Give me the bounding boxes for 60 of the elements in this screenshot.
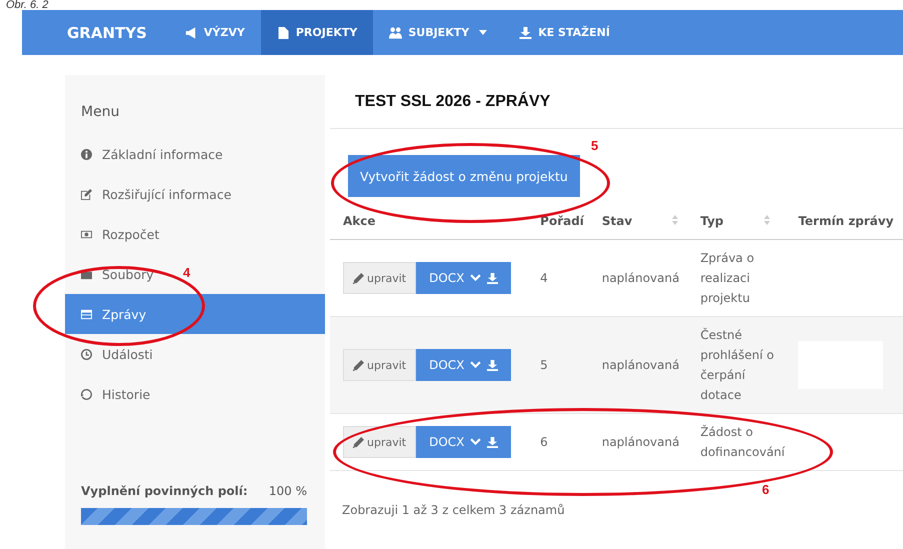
menu-item[interactable]: Rozšiřující informace xyxy=(65,174,325,214)
banknote-icon xyxy=(81,228,92,240)
table-cell: naplánovaná xyxy=(588,316,688,414)
menu-item[interactable]: Rozpočet xyxy=(65,214,325,254)
table-cell: naplánovaná xyxy=(588,414,688,470)
edit-button[interactable]: upravit xyxy=(343,426,416,458)
edit-button[interactable]: upravit xyxy=(343,262,416,294)
column-header[interactable]: Stav xyxy=(588,203,688,240)
column-header: Termín zprávy xyxy=(785,203,903,240)
menu-item[interactable]: Základní informace xyxy=(65,134,325,174)
annotation-number: 4 xyxy=(183,265,190,280)
progress-label: Vyplnění povinných polí: xyxy=(81,484,248,498)
progress-reading: 100 % xyxy=(268,484,307,498)
pencil-icon xyxy=(353,360,364,370)
pencil-icon xyxy=(353,272,364,284)
nav-tab[interactable]: VÝZVY xyxy=(168,10,261,55)
menu-item[interactable]: Události xyxy=(65,334,325,374)
nav-tab[interactable]: PROJEKTY xyxy=(260,10,374,55)
page-title: TEST SSL 2026 - ZPRÁVY xyxy=(354,90,552,112)
chevron-icon xyxy=(470,272,482,284)
people-icon xyxy=(389,26,402,38)
sort-icon xyxy=(672,215,678,225)
column-header: Pořadí xyxy=(527,203,589,240)
table-icon xyxy=(81,308,92,320)
nav-tab[interactable]: SUBJEKTY xyxy=(373,10,504,55)
sort-icon xyxy=(764,215,770,225)
pencil-icon xyxy=(353,436,364,448)
table-cell: 5 xyxy=(527,316,589,414)
info-icon xyxy=(81,148,92,160)
docx-download-button[interactable]: DOCX xyxy=(416,426,512,458)
download-icon xyxy=(487,272,498,284)
menu-heading: Menu xyxy=(80,103,120,122)
figure-caption: Obr. 6. 2 xyxy=(5,0,50,10)
chevron-icon xyxy=(470,436,482,448)
create-request-button[interactable]: Vytvořit žádost o změnu projektu xyxy=(348,155,580,197)
chevron-icon xyxy=(470,360,482,370)
megaphone-icon xyxy=(184,26,198,38)
download-icon xyxy=(487,360,498,370)
menu-item[interactable]: Zprávy xyxy=(65,294,325,334)
column-header[interactable]: Typ xyxy=(687,203,786,240)
annotation-number: 6 xyxy=(762,482,770,497)
table-cell: 6 xyxy=(527,414,589,470)
caret-icon xyxy=(479,30,488,35)
nav-tab[interactable]: KE STAŽENÍ xyxy=(503,10,626,55)
clock-icon xyxy=(81,348,92,360)
history-icon xyxy=(81,388,92,400)
document-icon xyxy=(276,26,290,38)
edit-button[interactable]: upravit xyxy=(343,349,416,381)
menu-item[interactable]: Historie xyxy=(65,374,325,414)
table-cell: Žádost o dofinancování xyxy=(687,414,786,470)
docx-download-button[interactable]: DOCX xyxy=(416,262,512,294)
annotation-number: 5 xyxy=(591,138,598,153)
edit-icon xyxy=(81,188,92,200)
download-icon xyxy=(487,436,498,448)
table-cell: Čestné prohlášení o čerpání dotace xyxy=(687,316,786,414)
column-header: Akce xyxy=(330,203,528,240)
docx-download-button[interactable]: DOCX xyxy=(416,349,512,381)
table-info: Zobrazuji 1 až 3 z celkem 3 záznamů xyxy=(342,503,565,517)
brand-logo[interactable]: GRANTYS xyxy=(67,24,147,42)
download-icon xyxy=(519,26,532,38)
